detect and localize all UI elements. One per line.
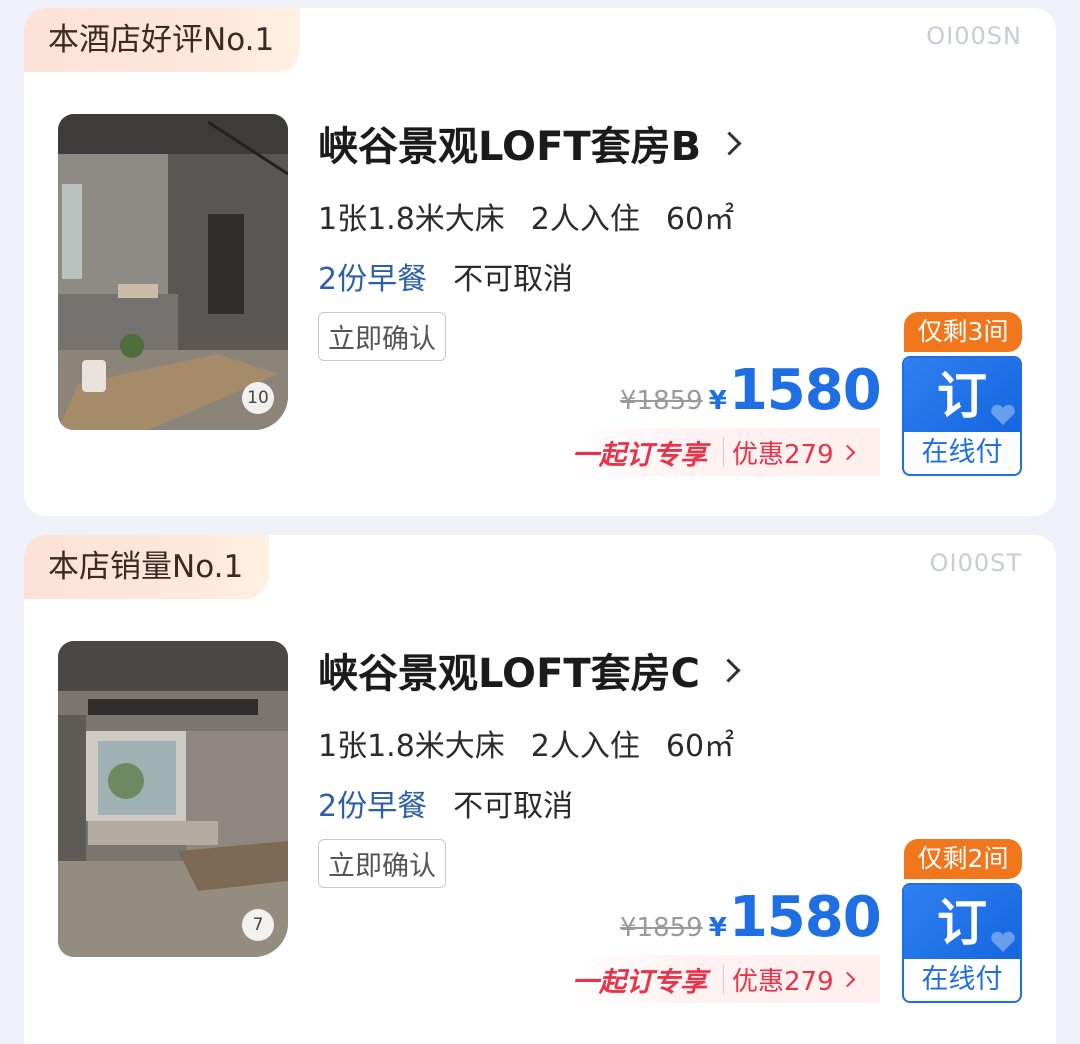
area-info: 60㎡ [665,202,735,237]
guest-info: 2人入住 [530,202,640,237]
room-title-text: 峡谷景观LOFT套房C [318,651,701,697]
promo-discount: 优惠279 [732,961,855,998]
promo-bar[interactable]: 一起订专享 优惠279 [564,428,880,476]
room-code: OI00SN [926,22,1022,50]
breakfast-info: 2份早餐 [318,262,428,297]
price-row: ¥1859 ¥ 1580 [620,358,882,423]
room-title-text: 峡谷景观LOFT套房B [318,124,702,170]
promo-discount-text: 优惠279 [732,966,834,997]
promo-discount-text: 优惠279 [732,439,834,470]
book-label: 订 [937,894,987,952]
instant-confirm-tag: 立即确认 [318,312,446,361]
chevron-right-icon [716,657,741,683]
original-price: ¥1859 [620,386,703,416]
room-code: OI00ST [929,549,1022,577]
currency-symbol: ¥ [708,913,727,943]
cancel-policy: 不可取消 [453,789,574,824]
heart-icon [991,931,1015,952]
rank-ribbon: 本店销量No.1 [24,535,270,599]
room-title[interactable]: 峡谷景观LOFT套房B [318,114,742,172]
pay-label: 在线付 [921,964,1003,995]
rooms-left-badge: 仅剩3间 [904,312,1022,352]
rooms-left-badge: 仅剩2间 [904,839,1022,879]
promo-label: 一起订专享 [572,439,707,471]
cancel-policy: 不可取消 [453,262,574,297]
book-button[interactable]: 订 在线付 [902,356,1022,476]
book-label: 订 [937,367,987,425]
book-button-top: 订 [904,885,1020,959]
book-button-top: 订 [904,358,1020,432]
chevron-right-icon [717,130,742,156]
current-price: 1580 [728,358,882,423]
heart-icon [991,404,1015,425]
room-specs: 1张1.8米大床 2人入住 60㎡ [318,721,734,765]
price-row: ¥1859 ¥ 1580 [620,885,882,950]
current-price: 1580 [728,885,882,950]
original-price: ¥1859 [620,913,703,943]
room-photo[interactable]: 7 [58,641,288,957]
photo-count-badge: 10 [242,382,274,414]
photo-count-badge: 7 [242,909,274,941]
pay-label: 在线付 [921,437,1003,468]
guest-info: 2人入住 [530,729,640,764]
room-card[interactable]: 本店销量No.1 OI00ST 7 峡谷景观LOFT套房C 1张1.8米大床 2… [24,535,1056,1044]
book-button[interactable]: 订 在线付 [902,883,1022,1003]
chevron-right-icon [839,971,855,987]
area-info: 60㎡ [665,729,735,764]
room-specs: 1张1.8米大床 2人入住 60㎡ [318,194,734,238]
room-photo[interactable]: 10 [58,114,288,430]
promo-discount: 优惠279 [732,434,855,471]
promo-label: 一起订专享 [572,966,707,998]
chevron-right-icon [839,444,855,460]
bed-info: 1张1.8米大床 [318,202,505,237]
promo-bar[interactable]: 一起订专享 优惠279 [564,955,880,1003]
rank-ribbon: 本酒店好评No.1 [24,8,301,72]
room-title[interactable]: 峡谷景观LOFT套房C [318,641,741,699]
room-policy: 2份早餐 不可取消 [318,781,573,825]
bed-info: 1张1.8米大床 [318,729,505,764]
promo-divider [723,964,724,994]
currency-symbol: ¥ [708,386,727,416]
breakfast-info: 2份早餐 [318,789,428,824]
room-card[interactable]: 本酒店好评No.1 OI00SN 10 峡谷景观LOFT套房B 1张1.8米大床… [24,8,1056,516]
instant-confirm-tag: 立即确认 [318,839,446,888]
promo-divider [723,437,724,467]
room-policy: 2份早餐 不可取消 [318,254,573,298]
